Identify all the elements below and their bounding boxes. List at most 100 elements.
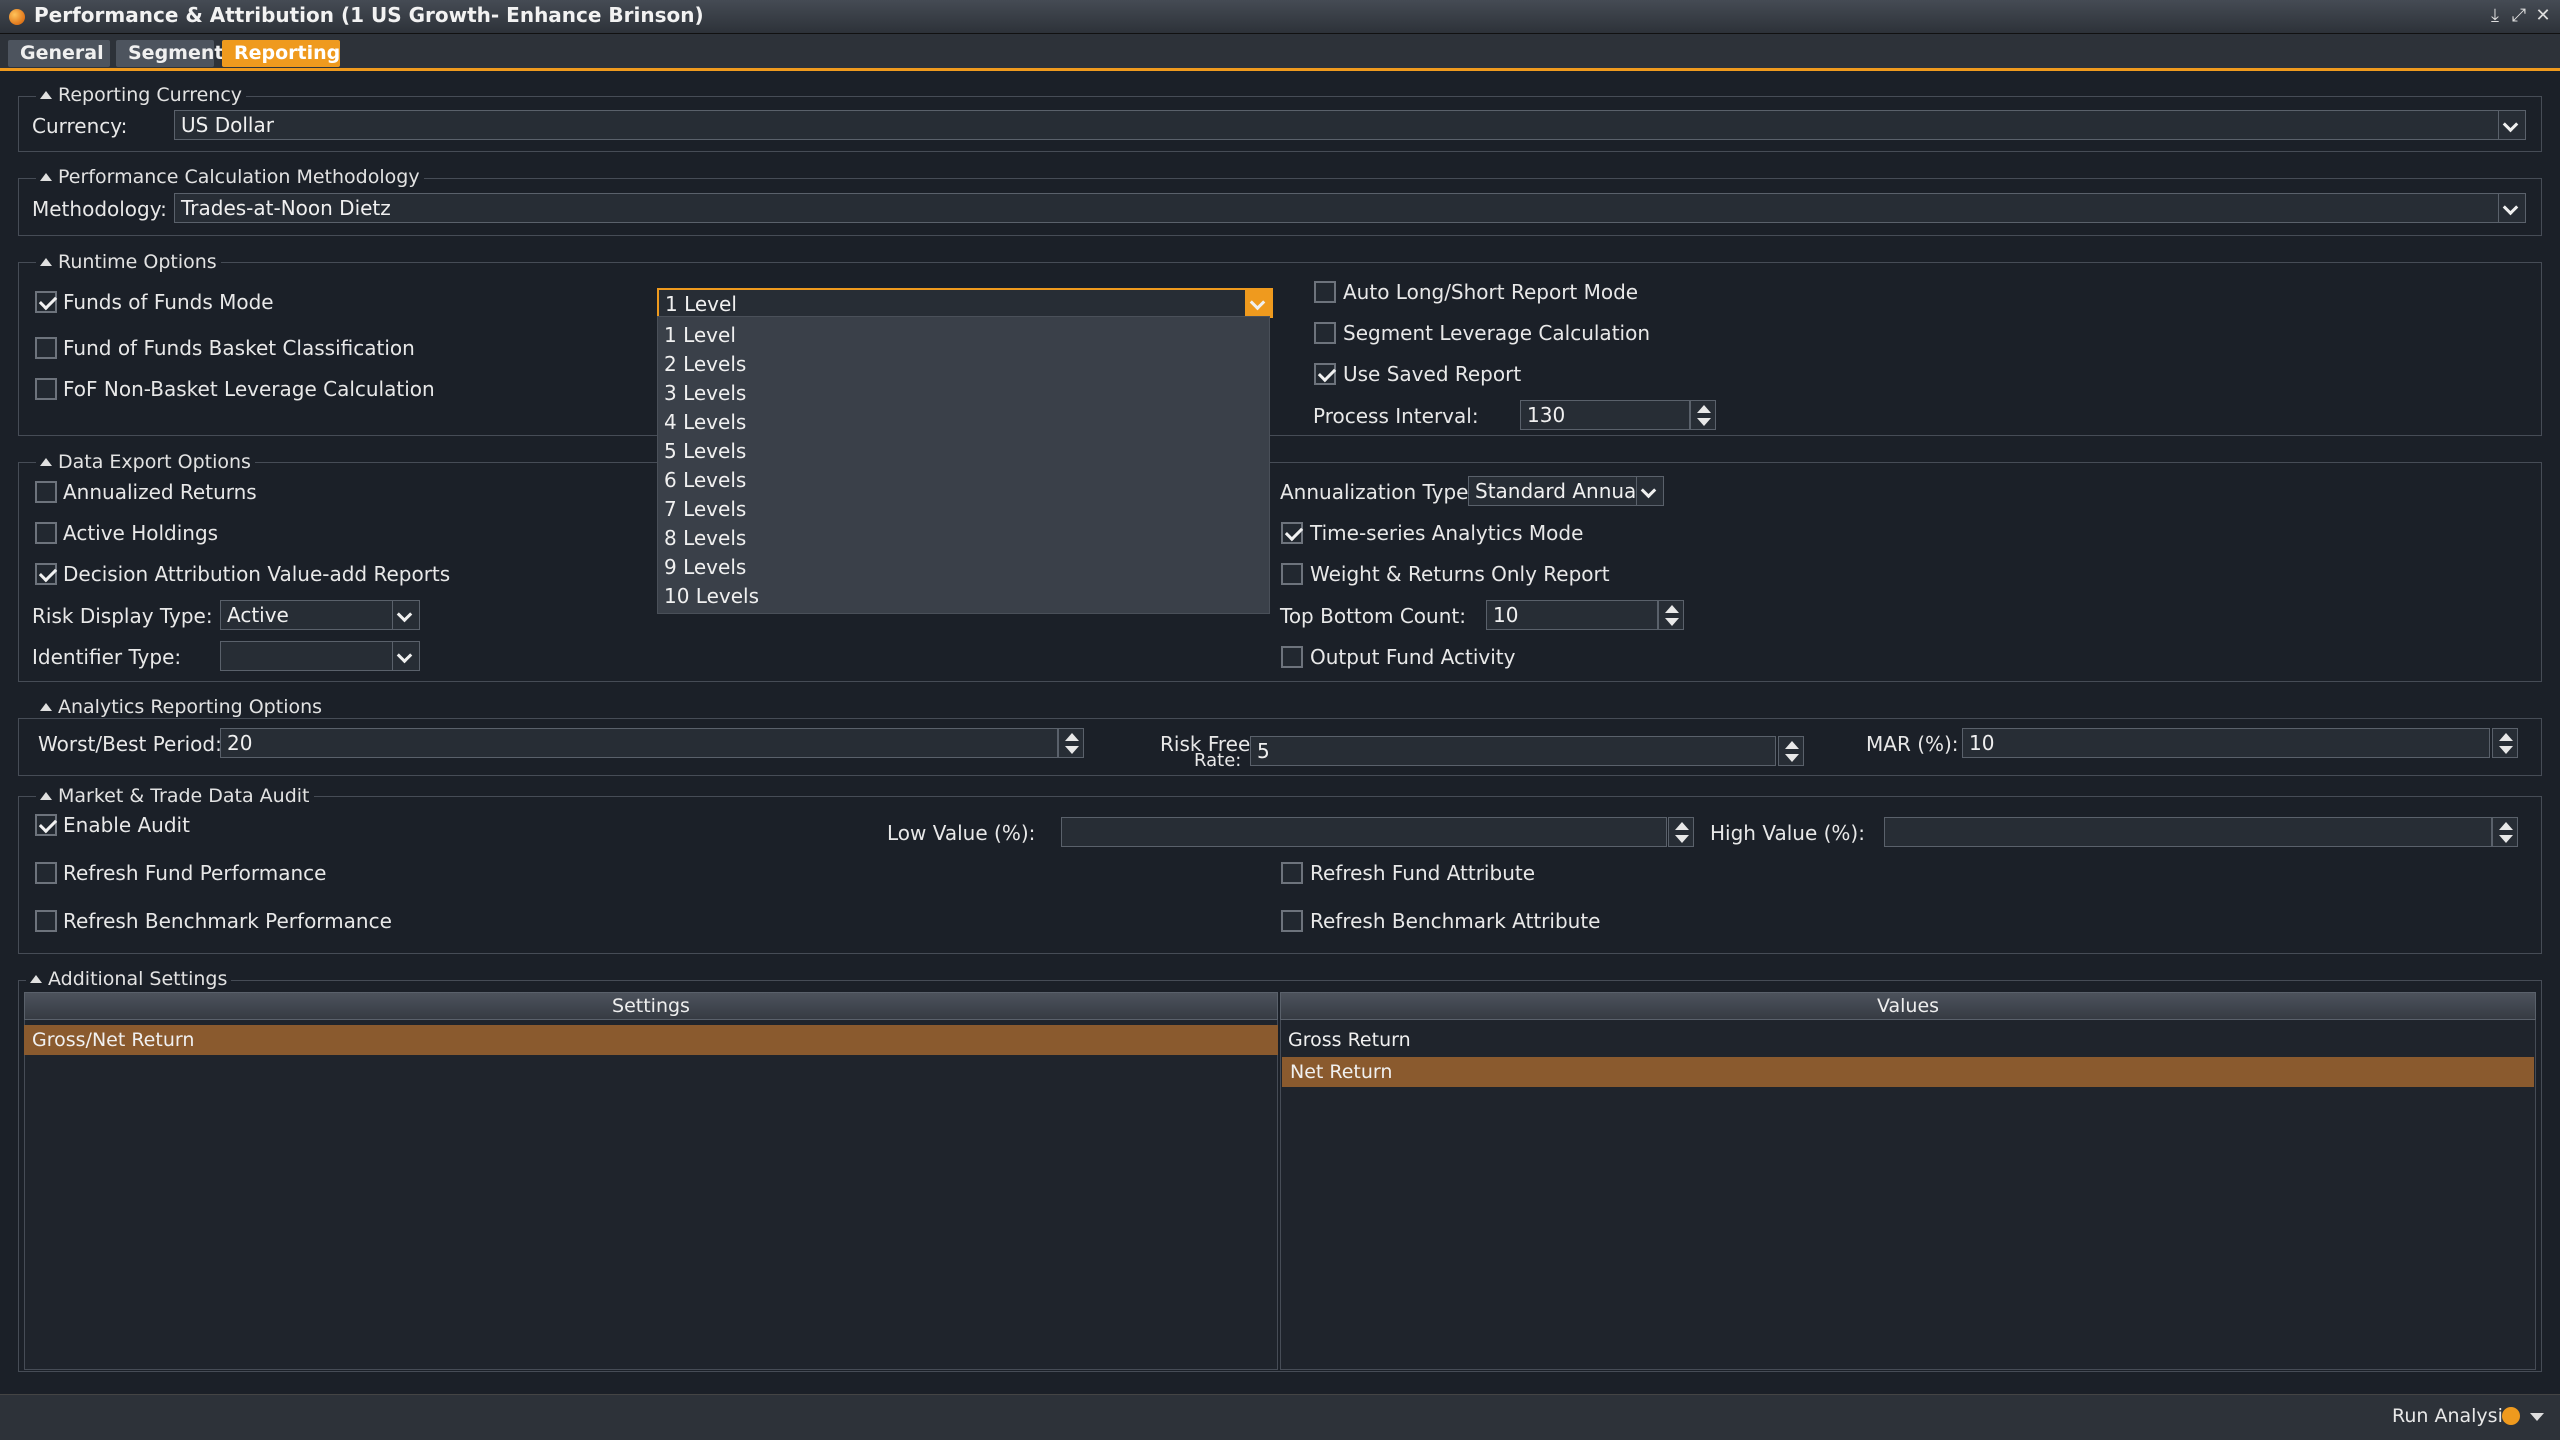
spin-up-icon[interactable]: [1785, 741, 1799, 749]
process-interval-spinner[interactable]: [1690, 400, 1716, 430]
methodology-select[interactable]: Trades-at-Noon Dietz: [174, 193, 2500, 223]
dropdown-option[interactable]: 6 Levels: [664, 468, 746, 492]
segment-leverage-checkbox[interactable]: [1314, 322, 1336, 344]
reporting-currency-legend[interactable]: Reporting Currency: [36, 84, 247, 106]
mar-label: MAR (%):: [1866, 732, 1959, 756]
spin-down-icon[interactable]: [1785, 754, 1799, 762]
currency-select[interactable]: US Dollar: [174, 110, 2500, 140]
annualized-returns-checkbox[interactable]: [35, 481, 57, 503]
run-analysis-button[interactable]: Run Analysis: [2392, 1404, 2513, 1428]
run-icon[interactable]: [2502, 1407, 2520, 1425]
annualization-type-label: Annualization Type:: [1280, 480, 1476, 504]
risk-free-rate-input[interactable]: 5: [1250, 736, 1776, 766]
spin-up-icon[interactable]: [1697, 405, 1711, 413]
tab-segment[interactable]: Segment: [116, 40, 223, 67]
dropdown-option[interactable]: 2 Levels: [664, 352, 746, 376]
dropdown-option[interactable]: 1 Level: [664, 323, 736, 347]
top-bottom-count-input[interactable]: 10: [1486, 600, 1658, 630]
use-saved-report-checkbox[interactable]: [1314, 363, 1336, 385]
levels-dropdown-list: 1 Level 2 Levels 3 Levels 4 Levels 5 Lev…: [657, 316, 1270, 614]
chevron-down-icon[interactable]: [1636, 476, 1664, 506]
identifier-type-select[interactable]: [220, 641, 394, 671]
refresh-benchmark-performance-checkbox[interactable]: [35, 910, 57, 932]
risk-display-type-label: Risk Display Type:: [32, 604, 213, 628]
dropdown-option[interactable]: 5 Levels: [664, 439, 746, 463]
risk-display-type-select[interactable]: Active: [220, 600, 394, 630]
refresh-fund-attribute-checkbox[interactable]: [1281, 862, 1303, 884]
refresh-fund-performance-checkbox[interactable]: [35, 862, 57, 884]
spin-down-icon[interactable]: [1665, 618, 1679, 626]
dropdown-option[interactable]: 7 Levels: [664, 497, 746, 521]
worst-best-period-input[interactable]: 20: [220, 728, 1058, 758]
time-series-mode-label: Time-series Analytics Mode: [1310, 521, 1584, 545]
low-value-input[interactable]: [1061, 817, 1667, 847]
chevron-down-icon[interactable]: [2498, 110, 2526, 140]
dropdown-option[interactable]: 4 Levels: [664, 410, 746, 434]
weight-returns-only-checkbox[interactable]: [1281, 563, 1303, 585]
spin-down-icon[interactable]: [2499, 835, 2513, 843]
spin-up-icon[interactable]: [1675, 822, 1689, 830]
chevron-down-icon[interactable]: [2530, 1413, 2544, 1421]
spin-down-icon[interactable]: [2499, 746, 2513, 754]
dropdown-option[interactable]: 8 Levels: [664, 526, 746, 550]
top-bottom-count-spinner[interactable]: [1658, 600, 1684, 630]
process-interval-input[interactable]: 130: [1520, 400, 1690, 430]
chevron-down-icon[interactable]: [2498, 193, 2526, 223]
data-export-legend[interactable]: Data Export Options: [36, 451, 255, 473]
spin-up-icon[interactable]: [1665, 605, 1679, 613]
chevron-down-icon[interactable]: [392, 600, 420, 630]
settings-row[interactable]: Gross/Net Return: [24, 1025, 1278, 1055]
values-row-selected[interactable]: Net Return: [1282, 1057, 2534, 1087]
use-saved-report-label: Use Saved Report: [1343, 362, 1522, 386]
low-value-spinner[interactable]: [1668, 817, 1694, 847]
spin-down-icon[interactable]: [1675, 835, 1689, 843]
fof-non-basket-leverage-checkbox[interactable]: [35, 378, 57, 400]
mar-input[interactable]: 10: [1962, 728, 2490, 758]
high-value-input[interactable]: [1884, 817, 2492, 847]
additional-settings-legend[interactable]: Additional Settings: [26, 968, 232, 990]
analytics-legend[interactable]: Analytics Reporting Options: [36, 696, 327, 718]
active-holdings-checkbox[interactable]: [35, 522, 57, 544]
worst-best-period-spinner[interactable]: [1058, 728, 1084, 758]
spin-up-icon[interactable]: [2499, 822, 2513, 830]
values-row[interactable]: Gross Return: [1280, 1025, 2536, 1055]
settings-column-header[interactable]: Settings: [24, 992, 1278, 1020]
close-icon[interactable]: ✕: [2532, 4, 2554, 28]
dropdown-option[interactable]: 9 Levels: [664, 555, 746, 579]
enable-audit-checkbox[interactable]: [35, 814, 57, 836]
levels-select[interactable]: 1 Level: [657, 288, 1247, 318]
methodology-legend[interactable]: Performance Calculation Methodology: [36, 166, 424, 188]
values-column-header[interactable]: Values: [1280, 992, 2536, 1020]
pin-icon[interactable]: ⤓: [2484, 4, 2506, 28]
refresh-benchmark-attribute-checkbox[interactable]: [1281, 910, 1303, 932]
tab-underline: [0, 68, 2560, 71]
spin-up-icon[interactable]: [2499, 733, 2513, 741]
auto-long-short-checkbox[interactable]: [1314, 281, 1336, 303]
decision-attribution-checkbox[interactable]: [35, 563, 57, 585]
dropdown-option[interactable]: 10 Levels: [664, 584, 759, 608]
identifier-type-label: Identifier Type:: [32, 645, 182, 669]
risk-free-rate-spinner[interactable]: [1778, 736, 1804, 766]
maximize-icon[interactable]: ⤢: [2508, 4, 2530, 28]
spin-down-icon[interactable]: [1697, 418, 1711, 426]
runtime-options-legend[interactable]: Runtime Options: [36, 251, 221, 273]
spin-up-icon[interactable]: [1065, 733, 1079, 741]
time-series-mode-checkbox[interactable]: [1281, 522, 1303, 544]
fof-basket-classification-checkbox[interactable]: [35, 337, 57, 359]
annualization-type-select[interactable]: Standard Annualiz: [1468, 476, 1638, 506]
chevron-down-icon[interactable]: [1245, 288, 1273, 318]
dropdown-option[interactable]: 3 Levels: [664, 381, 746, 405]
high-value-spinner[interactable]: [2492, 817, 2518, 847]
output-fund-activity-checkbox[interactable]: [1281, 646, 1303, 668]
tab-reporting[interactable]: Reporting: [222, 40, 340, 67]
mar-spinner[interactable]: [2492, 728, 2518, 758]
auto-long-short-label: Auto Long/Short Report Mode: [1343, 280, 1639, 304]
legend-label: Additional Settings: [48, 968, 228, 990]
spin-down-icon[interactable]: [1065, 746, 1079, 754]
tab-general[interactable]: General: [8, 40, 110, 67]
window-title: Performance & Attribution (1 US Growth- …: [34, 3, 704, 27]
refresh-fund-attribute-label: Refresh Fund Attribute: [1310, 861, 1536, 885]
funds-of-funds-mode-checkbox[interactable]: [35, 291, 57, 313]
audit-legend[interactable]: Market & Trade Data Audit: [36, 785, 314, 807]
chevron-down-icon[interactable]: [392, 641, 420, 671]
